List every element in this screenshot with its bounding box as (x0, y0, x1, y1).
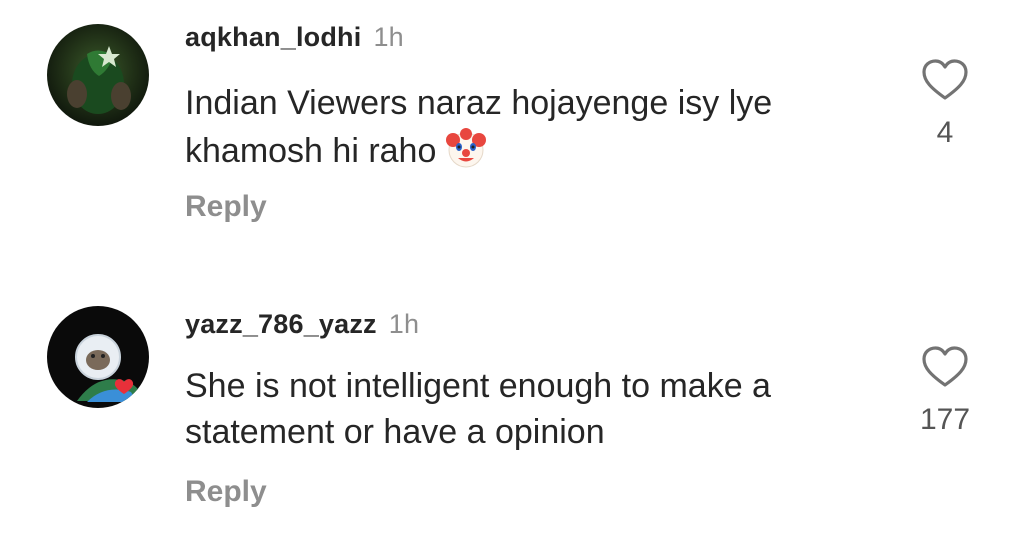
comment-item: yazz_786_yazz 1h She is not intelligent e… (0, 283, 1024, 537)
like-control: 4 (915, 58, 975, 150)
heart-outline-icon[interactable] (921, 345, 969, 389)
reply-button[interactable]: Reply (185, 475, 267, 509)
comment-timestamp: 1h (388, 309, 420, 339)
comment-timestamp: 1h (373, 22, 404, 52)
username-text[interactable]: yazz_786_yazz (185, 309, 377, 339)
avatar[interactable] (47, 306, 149, 408)
comment-body: She is not intelligent enough to make a … (185, 367, 771, 451)
heart-outline-icon[interactable] (921, 58, 969, 102)
clown-face-emoji (444, 126, 488, 170)
like-count: 177 (919, 403, 971, 436)
like-control: 177 (915, 345, 975, 437)
reply-button[interactable]: Reply (185, 190, 267, 224)
username-text[interactable]: aqkhan_lodhi (185, 22, 361, 52)
comment-username[interactable]: yazz_786_yazz 1h (185, 309, 419, 340)
like-count: 4 (936, 116, 954, 149)
comment-item: aqkhan_lodhi 1h Indian Viewers naraz hoja… (0, 0, 1024, 260)
comment-text: She is not intelligent enough to make a … (185, 363, 885, 455)
avatar[interactable] (47, 24, 149, 126)
comment-username[interactable]: aqkhan_lodhi 1h (185, 22, 404, 53)
comment-text: Indian Viewers naraz hojayenge isy lye k… (185, 80, 885, 174)
